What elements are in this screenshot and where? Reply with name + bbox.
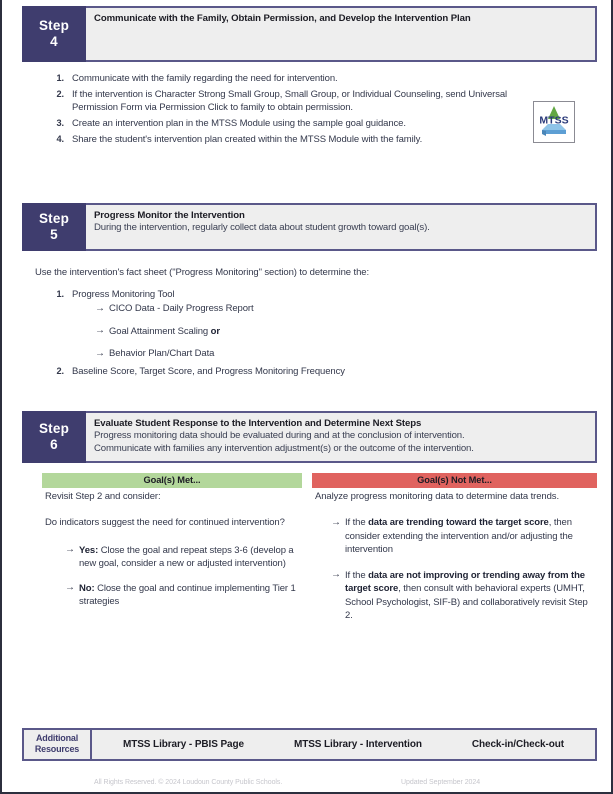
- step-5-subtitle: During the intervention, regularly colle…: [94, 222, 430, 234]
- bullet-pre: If the: [345, 569, 369, 581]
- resource-link-check-in-check-out[interactable]: Check-in/Check-out: [472, 739, 564, 750]
- goal-not-met-column: Analyze progress monitoring data to dete…: [315, 490, 595, 623]
- arrow-right-icon: →: [331, 569, 341, 581]
- step-5-tab: Step 5: [22, 203, 86, 251]
- goal-met-banner-label: Goal(s) Met...: [143, 475, 201, 485]
- step-6-subtitle-line2: Communicate with families any interventi…: [94, 442, 474, 454]
- goal-met-intro: Revisit Step 2 and consider:: [45, 491, 161, 502]
- item-number: 4.: [56, 134, 65, 145]
- step-5-intro: Use the intervention's fact sheet ("Prog…: [35, 266, 555, 279]
- arrow-line: → Goal Attainment Scaling or: [95, 325, 550, 338]
- step-5-intro-text: Use the intervention's fact sheet ("Prog…: [35, 267, 369, 278]
- step-4-title-box: Communicate with the Family, Obtain Perm…: [86, 6, 597, 62]
- arrow-line: → If the data are trending toward the ta…: [331, 516, 595, 556]
- step-4-header: Step 4 Communicate with the Family, Obta…: [22, 6, 597, 62]
- step-6-title-box: Evaluate Student Response to the Interve…: [86, 411, 597, 463]
- item-text: Create an intervention plan in the MTSS …: [72, 118, 406, 130]
- item-number: 1.: [56, 73, 65, 83]
- additional-resources-bar: Additional Resources MTSS Library - PBIS…: [22, 728, 597, 761]
- step-4-tab-number: 4: [50, 34, 58, 49]
- arrow-right-icon: →: [95, 325, 105, 337]
- resources-label-line2: Resources: [34, 743, 80, 754]
- arrow-right-icon: →: [95, 302, 105, 314]
- arrow-text: CICO Data - Daily Progress Report: [109, 303, 254, 315]
- arrow-text: Behavior Plan/Chart Data: [109, 348, 215, 360]
- additional-resources-label: Additional Resources: [24, 730, 92, 759]
- item-text: Progress Monitoring Tool: [72, 289, 175, 300]
- resource-links: MTSS Library - PBIS Page MTSS Library - …: [92, 730, 595, 759]
- list-item: 3. Create an intervention plan in the MT…: [50, 117, 520, 130]
- goal-met-question: Do indicators suggest the need for conti…: [45, 517, 285, 529]
- step-5-title-box: Progress Monitor the Intervention During…: [86, 203, 597, 251]
- step-5-numbered-list-2: 2. Baseline Score, Target Score, and Pro…: [50, 365, 550, 378]
- list-item: 1. Communicate with the family regarding…: [50, 72, 520, 85]
- item-number: 2.: [56, 365, 65, 376]
- goal-not-met-intro: Analyze progress monitoring data to dete…: [315, 491, 559, 502]
- svg-text:MTSS: MTSS: [539, 115, 568, 127]
- step-5-tab-word: Step: [38, 211, 70, 227]
- step-6-tab-word: Step: [38, 421, 70, 437]
- list-item: 1. Progress Monitoring Tool: [50, 288, 550, 301]
- step-6-tab-number: 6: [50, 437, 58, 452]
- arrow-line: → CICO Data - Daily Progress Report: [95, 302, 550, 315]
- bullet-text: Close the goal and continue implementing…: [79, 582, 296, 608]
- step-4-list-area: 1. Communicate with the family regarding…: [50, 72, 520, 149]
- item-number: 2.: [56, 88, 65, 99]
- step-5-title: Progress Monitor the Intervention: [94, 210, 245, 221]
- step-4-numbered-list: 1. Communicate with the family regarding…: [50, 72, 520, 147]
- mtss-logo-graphic: MTSS: [539, 106, 569, 136]
- list-item: 2. Baseline Score, Target Score, and Pro…: [50, 365, 550, 378]
- step-4-tab-word: Step: [38, 18, 70, 34]
- step-6-subtitle-line1: Progress monitoring data should be evalu…: [94, 430, 465, 442]
- arrow-line: → If the data are not improving or trend…: [331, 569, 595, 623]
- arrow-right-icon: →: [95, 347, 105, 359]
- item-number: 1.: [56, 289, 65, 299]
- step-6-tab: Step 6: [22, 411, 86, 463]
- mtss-logo: MTSS: [533, 101, 575, 143]
- resource-link-mtss-intervention[interactable]: MTSS Library - Intervention: [294, 739, 422, 750]
- step-6-header: Step 6 Evaluate Student Response to the …: [22, 411, 597, 463]
- bullet-text: Close the goal and repeat steps 3-6 (dev…: [79, 544, 294, 570]
- updated-text: Updated September 2024: [401, 779, 481, 786]
- goal-not-met-banner: Goal(s) Not Met...: [312, 473, 597, 488]
- item-text: Share the student's intervention plan cr…: [72, 134, 423, 146]
- goal-met-bullets: → Yes: Close the goal and repeat steps 3…: [65, 544, 299, 609]
- item-text: If the intervention is Character Strong …: [72, 88, 508, 114]
- arrow-line: → No: Close the goal and continue implem…: [65, 582, 299, 609]
- copyright-text: All Rights Reserved. © 2024 Loudoun Coun…: [94, 779, 283, 786]
- arrow-line: → Behavior Plan/Chart Data: [95, 347, 550, 360]
- arrow-right-icon: →: [65, 582, 75, 594]
- step-4-tab: Step 4: [22, 6, 86, 62]
- step-6-title: Evaluate Student Response to the Interve…: [94, 418, 422, 429]
- arrow-right-icon: →: [331, 516, 341, 528]
- list-item: 4. Share the student's intervention plan…: [50, 133, 520, 146]
- list-item: 2. If the intervention is Character Stro…: [50, 88, 520, 115]
- bullet-pre: If the: [345, 517, 369, 529]
- arrow-line: → Yes: Close the goal and repeat steps 3…: [65, 544, 299, 571]
- resources-label-line1: Additional: [36, 733, 78, 743]
- bullet-lead: Yes:: [79, 544, 99, 556]
- item-text: Communicate with the family regarding th…: [72, 73, 338, 84]
- document-page: Step 4 Communicate with the Family, Obta…: [0, 0, 613, 794]
- step-5-numbered-list: 1. Progress Monitoring Tool: [50, 288, 550, 301]
- arrow-right-icon: →: [65, 544, 75, 556]
- resource-link-mtss-pbis[interactable]: MTSS Library - PBIS Page: [123, 739, 244, 750]
- goal-met-banner: Goal(s) Met...: [42, 473, 302, 488]
- step-5-list-area: 1. Progress Monitoring Tool → CICO Data …: [50, 288, 550, 381]
- goal-met-column: Revisit Step 2 and consider: Do indicato…: [45, 490, 299, 609]
- step-5-header: Step 5 Progress Monitor the Intervention…: [22, 203, 597, 251]
- bullet-lead: No:: [79, 582, 95, 594]
- arrow-text-bold: or: [210, 325, 220, 337]
- goal-not-met-bullets: → If the data are trending toward the ta…: [331, 516, 595, 622]
- item-text: Baseline Score, Target Score, and Progre…: [72, 365, 345, 377]
- step-4-title: Communicate with the Family, Obtain Perm…: [94, 13, 471, 24]
- step-5-sub-arrow-group: → CICO Data - Daily Progress Report → Go…: [95, 302, 550, 360]
- bullet-lead: data are trending toward the target scor…: [368, 517, 549, 529]
- item-number: 3.: [56, 118, 65, 129]
- arrow-text: Goal Attainment Scaling: [109, 325, 211, 337]
- goal-not-met-banner-label: Goal(s) Not Met...: [417, 475, 492, 485]
- step-5-tab-number: 5: [50, 227, 58, 242]
